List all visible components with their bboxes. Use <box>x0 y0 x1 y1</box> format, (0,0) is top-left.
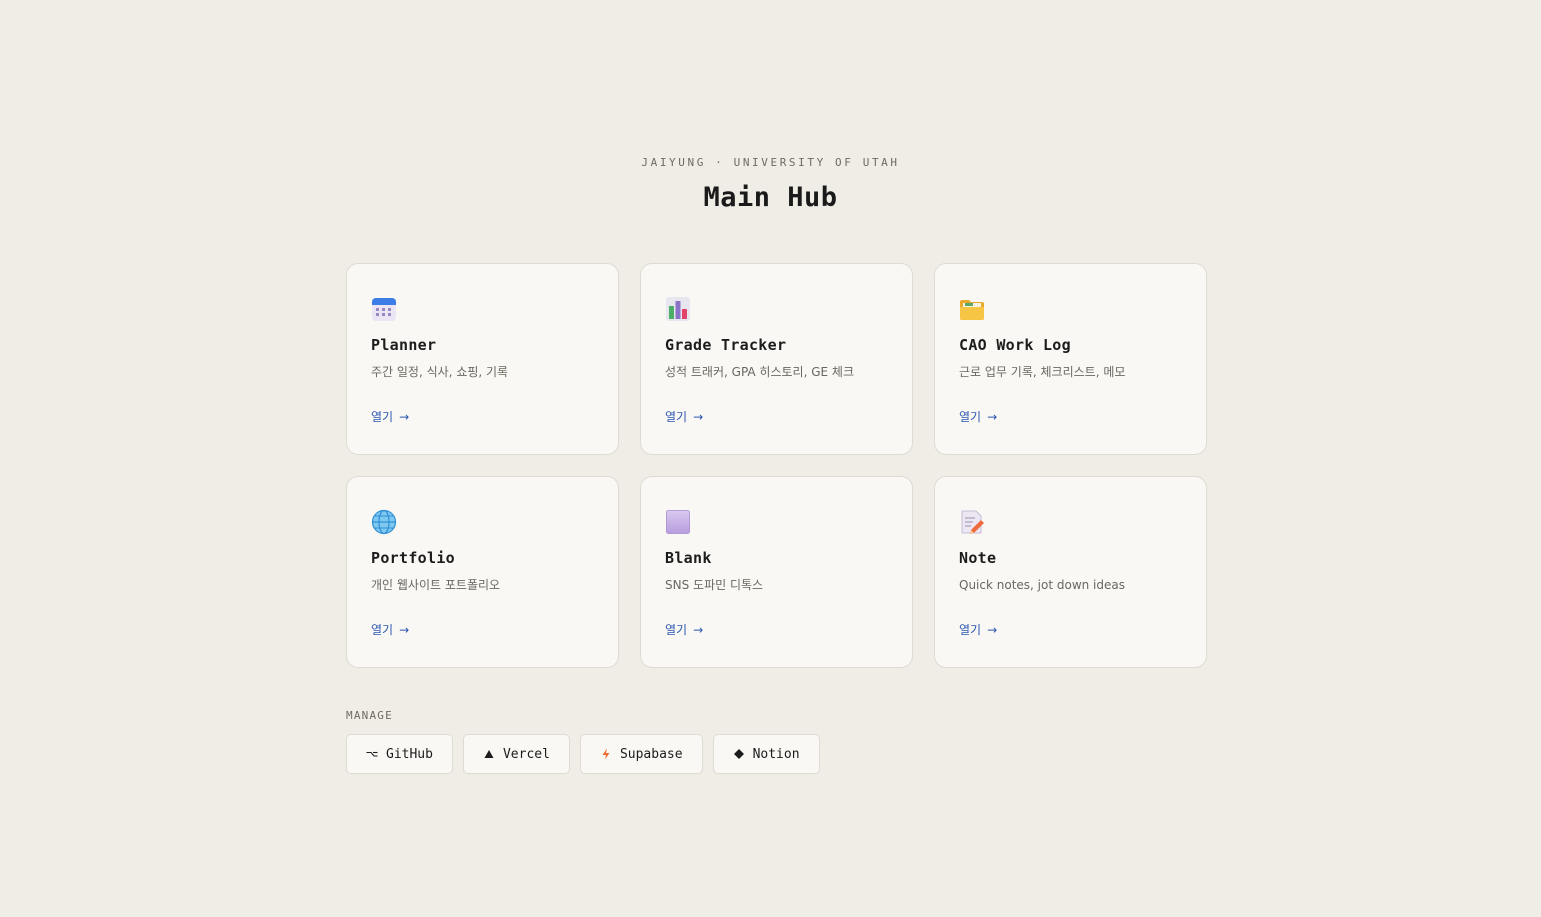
notion-button[interactable]: Notion <box>712 734 820 774</box>
card-title: Grade Tracker <box>665 336 787 354</box>
arrow-right-icon: → <box>399 623 410 637</box>
open-link-label: 열기 <box>959 623 982 637</box>
github-icon <box>366 751 378 757</box>
card-title: Blank <box>665 549 712 567</box>
open-link-label: 열기 <box>371 410 394 424</box>
arrow-right-icon: → <box>987 410 998 424</box>
open-link[interactable]: 열기 → <box>665 622 703 638</box>
card-blank[interactable]: Blank SNS 도파민 디톡스 열기 → <box>640 476 913 668</box>
open-link-label: 열기 <box>665 410 688 424</box>
card-description: 근로 업무 기록, 체크리스트, 메모 <box>959 365 1126 379</box>
card-description: Quick notes, jot down ideas <box>959 578 1125 592</box>
notion-button-label: Notion <box>752 746 800 762</box>
card-description: SNS 도파민 디톡스 <box>665 578 764 592</box>
purple-square-icon <box>666 510 690 534</box>
supabase-button[interactable]: Supabase <box>579 734 703 774</box>
arrow-right-icon: → <box>987 623 998 637</box>
vercel-button-label: Vercel <box>502 746 550 762</box>
card-title: Note <box>959 549 997 567</box>
arrow-right-icon: → <box>399 410 410 424</box>
open-link[interactable]: 열기 → <box>371 409 409 425</box>
card-planner[interactable]: Planner 주간 일정, 식사, 쇼핑, 기록 열기 → <box>346 263 619 455</box>
arrow-right-icon: → <box>693 410 704 424</box>
card-title: CAO Work Log <box>959 336 1071 354</box>
card-cao-work-log[interactable]: CAO Work Log 근로 업무 기록, 체크리스트, 메모 열기 → <box>934 263 1207 455</box>
card-title: Portfolio <box>371 549 455 567</box>
open-link-label: 열기 <box>371 623 394 637</box>
card-portfolio[interactable]: Portfolio 개인 웹사이트 포트폴리오 열기 → <box>346 476 619 668</box>
card-description: 개인 웹사이트 포트폴리오 <box>371 578 501 592</box>
card-grade-tracker[interactable]: Grade Tracker 성적 트래커, GPA 히스토리, GE 체크 열기… <box>640 263 913 455</box>
vercel-button[interactable]: Vercel <box>462 734 570 774</box>
manage-section-label: MANAGE <box>346 709 393 722</box>
open-link[interactable]: 열기 → <box>371 622 409 638</box>
bar-chart-icon <box>666 297 690 321</box>
memo-icon <box>961 510 984 534</box>
page-title: Main Hub <box>703 182 838 213</box>
app-card-grid: Planner 주간 일정, 식사, 쇼핑, 기록 열기 → Grade Trac… <box>346 263 1207 668</box>
open-link[interactable]: 열기 → <box>665 409 703 425</box>
card-title: Planner <box>371 336 437 354</box>
open-link[interactable]: 열기 → <box>959 409 997 425</box>
github-button[interactable]: GitHub <box>346 734 453 774</box>
supabase-button-label: Supabase <box>619 746 683 762</box>
open-link-label: 열기 <box>959 410 982 424</box>
open-link-label: 열기 <box>665 623 688 637</box>
card-note[interactable]: Note Quick notes, jot down ideas 열기 → <box>934 476 1207 668</box>
vercel-triangle-icon <box>484 750 494 758</box>
arrow-right-icon: → <box>693 623 704 637</box>
card-description: 주간 일정, 식사, 쇼핑, 기록 <box>371 365 509 379</box>
card-description: 성적 트래커, GPA 히스토리, GE 체크 <box>665 365 854 379</box>
github-button-label: GitHub <box>386 746 433 762</box>
supabase-bolt-icon <box>602 748 610 760</box>
open-link[interactable]: 열기 → <box>959 622 997 638</box>
manage-links: GitHub Vercel Supabase Notion <box>346 734 820 774</box>
globe-icon <box>371 509 397 535</box>
notion-diamond-icon <box>733 749 744 759</box>
folder-icon <box>960 300 984 320</box>
calendar-icon <box>372 298 396 321</box>
page-subtitle: JAIYUNG · UNIVERSITY OF UTAH <box>641 156 900 169</box>
page-header: JAIYUNG · UNIVERSITY OF UTAH Main Hub <box>0 155 1541 215</box>
